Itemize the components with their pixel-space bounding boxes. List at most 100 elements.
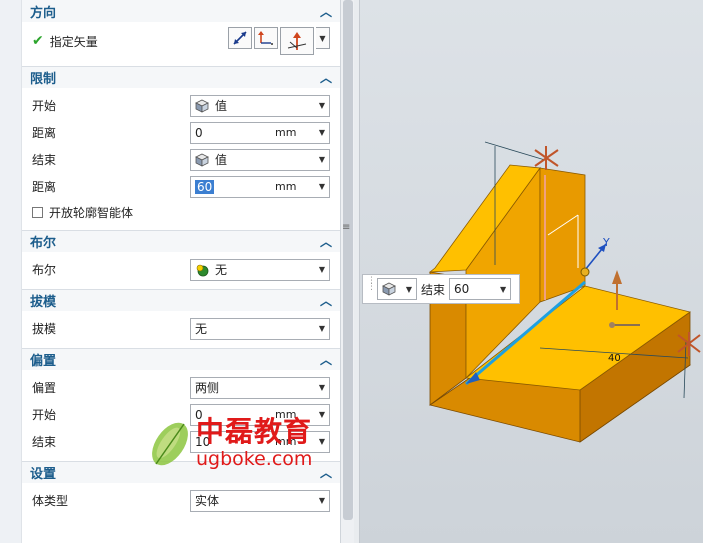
limit-distance1-value: 0	[195, 125, 203, 140]
vector-type-icon	[287, 32, 307, 50]
watermark-url: ugboke.com	[196, 448, 313, 470]
collapse-icon[interactable]: ︿	[320, 69, 332, 86]
chevron-down-icon: ▼	[319, 33, 326, 43]
limit-end-row: 结束 值 ▼	[22, 146, 340, 173]
limit-end-value: 值	[215, 153, 228, 167]
boolean-select[interactable]: 无 ▼	[190, 258, 330, 281]
section-draft-body: 拔模 无 ▼	[22, 311, 340, 348]
section-boolean-title: 布尔	[30, 236, 57, 251]
specify-vector-label: 指定矢量	[49, 34, 98, 49]
body-type-value: 实体	[195, 494, 220, 508]
chevron-down-icon: ▼	[318, 128, 326, 137]
chevron-down-icon: ▼	[318, 496, 326, 505]
section-offset-title: 偏置	[30, 354, 57, 369]
section-settings-body: 体类型 实体 ▼	[22, 483, 340, 520]
on-screen-input-bar: ⋮ ⋮ ▼ 结束 60 ▼	[362, 274, 520, 304]
vector-type-button[interactable]	[280, 27, 314, 55]
section-draft-header[interactable]: 拔模 ︿	[22, 289, 340, 311]
open-profile-checkbox[interactable]	[32, 206, 43, 218]
body-type-row: 体类型 实体 ▼	[22, 487, 340, 514]
limit-start-label: 开始	[32, 99, 57, 113]
vector-type-dropdown[interactable]: ▼	[316, 27, 330, 49]
panel-gutter	[0, 0, 22, 543]
limit-start-row: 开始 值 ▼	[22, 92, 340, 119]
limit-distance1-input[interactable]: 0 mm ▼	[190, 121, 330, 144]
chevron-down-icon: ▼	[405, 284, 413, 294]
boolean-value: 无	[215, 263, 228, 277]
open-profile-row: 开放轮廓智能体	[22, 200, 340, 224]
leaf-logo-icon	[152, 422, 188, 466]
specify-vector-row: ✔ 指定矢量 ▼	[22, 26, 340, 56]
section-limits-title: 限制	[30, 72, 57, 87]
limit-start-value: 值	[215, 99, 228, 113]
section-boolean-body: 布尔 无 ▼	[22, 252, 340, 289]
check-icon: ✔	[32, 33, 44, 49]
section-direction-header[interactable]: 方向 ︿	[22, 0, 340, 22]
chevron-down-icon: ▼	[318, 265, 326, 274]
limit-distance1-unit: mm	[275, 126, 297, 139]
draft-label: 拔模	[32, 322, 57, 336]
offset-type-row: 偏置 两侧 ▼	[22, 374, 340, 401]
section-direction-title: 方向	[30, 5, 57, 21]
vector-dialog-button[interactable]	[254, 27, 278, 49]
reverse-direction-icon	[233, 31, 247, 45]
draft-value: 无	[195, 322, 208, 336]
limit-distance1-label: 距离	[32, 126, 57, 140]
section-limits-body: 开始 值 ▼ 距离 0 mm ▼ 结束 值 ▼ 距离 60 mm ▼ 开放轮廓智…	[22, 88, 340, 230]
section-limits-header[interactable]: 限制 ︿	[22, 66, 340, 88]
vector-dialog-icon	[258, 31, 273, 45]
vector-buttons: ▼	[228, 27, 330, 55]
draft-row: 拔模 无 ▼	[22, 315, 340, 342]
collapse-icon[interactable]: ︿	[320, 351, 332, 368]
section-offset-header[interactable]: 偏置 ︿	[22, 348, 340, 370]
chevron-down-icon: ▼	[318, 324, 326, 333]
draft-select[interactable]: 无 ▼	[190, 317, 330, 340]
collapse-icon[interactable]: ︿	[320, 233, 332, 250]
origin-handle[interactable]	[580, 267, 590, 277]
limit-start-select[interactable]: 值 ▼	[190, 94, 330, 117]
graphics-viewport[interactable]: Y 40	[360, 0, 703, 543]
body-type-select[interactable]: 实体 ▼	[190, 489, 330, 512]
body-type-label: 体类型	[32, 494, 69, 508]
section-draft-title: 拔模	[30, 295, 57, 310]
chevron-down-icon: ▼	[318, 155, 326, 164]
chevron-down-icon: ▼	[318, 182, 326, 191]
chevron-down-icon: ▼	[318, 383, 326, 392]
value-cube-icon	[195, 153, 209, 167]
value-cube-icon	[195, 99, 209, 113]
limit-distance2-value: 60	[195, 179, 215, 194]
float-end-label: 结束	[421, 282, 446, 297]
section-boolean-header[interactable]: 布尔 ︿	[22, 230, 340, 252]
value-cube-icon	[382, 282, 396, 296]
float-end-value: 60	[454, 282, 470, 296]
limit-distance2-input[interactable]: 60 mm ▼	[190, 175, 330, 198]
boolean-none-icon	[196, 264, 209, 276]
watermark: 中磊教育 ugboke.com	[148, 408, 348, 478]
limit-distance2-label: 距离	[32, 180, 57, 194]
limit-distance1-row: 距离 0 mm ▼	[22, 119, 340, 146]
end-type-select[interactable]: ▼	[377, 278, 417, 300]
limit-distance2-row: 距离 60 mm ▼	[22, 173, 340, 200]
axis-y-label: Y	[602, 236, 610, 249]
limit-end-label: 结束	[32, 153, 57, 167]
model-view: Y 40	[428, 141, 701, 443]
offset-type-select[interactable]: 两侧 ▼	[190, 376, 330, 399]
reverse-direction-button[interactable]	[228, 27, 252, 49]
drag-handle[interactable]	[609, 322, 615, 328]
offset-type-label: 偏置	[32, 381, 57, 395]
chevron-down-icon: ▼	[499, 284, 507, 294]
limit-distance2-unit: mm	[275, 180, 297, 193]
collapse-icon[interactable]: ︿	[320, 3, 332, 20]
chevron-down-icon: ▼	[318, 101, 326, 110]
boolean-label: 布尔	[32, 263, 57, 277]
float-end-input[interactable]: 60 ▼	[449, 278, 512, 300]
boolean-row: 布尔 无 ▼	[22, 256, 340, 283]
splitter-grip-icon[interactable]: ≡	[342, 222, 352, 234]
drag-grip-icon[interactable]: ⋮ ⋮	[367, 277, 376, 300]
offset-type-value: 两侧	[195, 381, 220, 395]
dimension-40-label: 40	[608, 353, 621, 364]
watermark-chinese: 中磊教育	[196, 415, 313, 448]
limit-end-select[interactable]: 值 ▼	[190, 148, 330, 171]
section-direction-body: ✔ 指定矢量 ▼	[22, 22, 340, 66]
collapse-icon[interactable]: ︿	[320, 292, 332, 309]
